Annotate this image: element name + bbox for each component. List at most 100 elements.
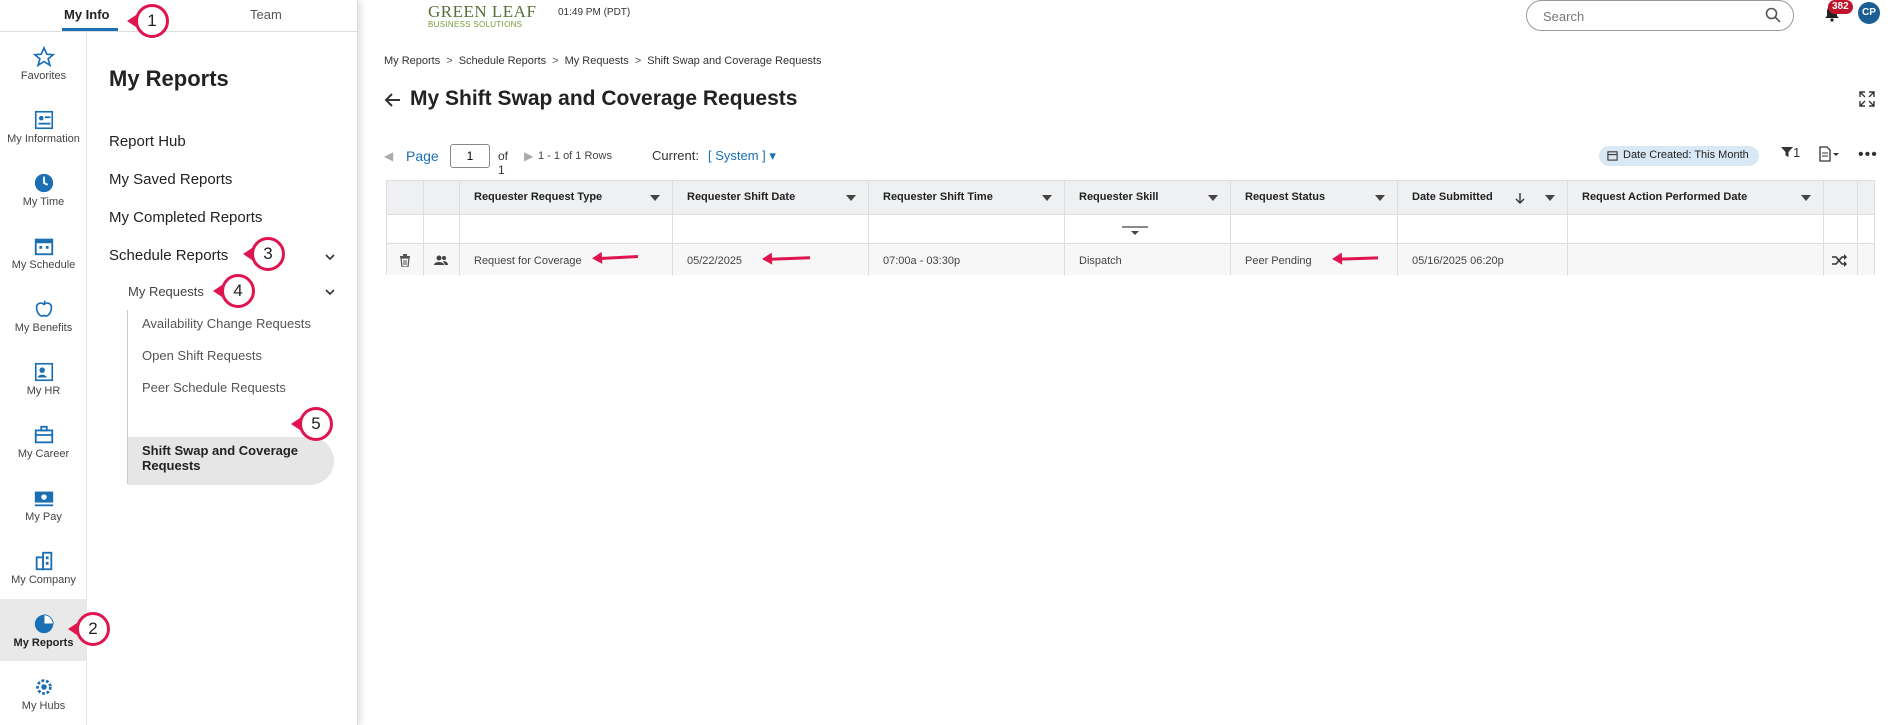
rail-label: My Schedule bbox=[11, 259, 76, 271]
column-divider bbox=[1230, 181, 1231, 275]
menu-my-saved-reports[interactable]: My Saved Reports bbox=[109, 171, 232, 188]
annotation-arrow bbox=[127, 15, 136, 27]
caret-down-icon[interactable] bbox=[1042, 195, 1052, 201]
breadcrumb-separator: > bbox=[634, 55, 642, 67]
id-card-icon bbox=[34, 110, 53, 130]
menu-report-hub[interactable]: Report Hub bbox=[109, 133, 186, 150]
tab-my-info[interactable]: My Info bbox=[64, 7, 110, 22]
rail-item-favorites[interactable]: Favorites bbox=[0, 32, 87, 94]
rail-item-my-benefits[interactable]: My Benefits bbox=[0, 284, 87, 346]
rail-label: My Pay bbox=[25, 511, 62, 523]
rail-item-my-schedule[interactable]: My Schedule bbox=[0, 221, 87, 283]
users-icon[interactable] bbox=[434, 255, 448, 266]
column-header-request-type[interactable]: Requester Request Type bbox=[474, 191, 602, 203]
menu-my-requests[interactable]: My Requests bbox=[128, 284, 204, 299]
column-divider bbox=[672, 181, 673, 275]
chevron-down-icon[interactable] bbox=[324, 286, 336, 298]
tab-active-underline bbox=[62, 28, 118, 31]
caret-down-icon[interactable] bbox=[846, 195, 856, 201]
column-header-skill[interactable]: Requester Skill bbox=[1079, 191, 1158, 203]
rail-label: My Hubs bbox=[21, 700, 66, 712]
logo-sub-text: BUSINESS SOLUTIONS bbox=[428, 20, 523, 29]
page-title: My Shift Swap and Coverage Requests bbox=[410, 87, 798, 110]
column-header-shift-date[interactable]: Requester Shift Date bbox=[687, 191, 795, 203]
caret-down-icon[interactable] bbox=[1208, 195, 1218, 201]
table-row[interactable] bbox=[387, 244, 1874, 275]
trash-icon[interactable] bbox=[399, 254, 411, 267]
current-view-value: [ System ] bbox=[708, 148, 766, 163]
apple-icon bbox=[35, 300, 52, 317]
sort-descending-icon[interactable] bbox=[1515, 192, 1525, 204]
breadcrumb-item[interactable]: Schedule Reports bbox=[459, 55, 546, 67]
annotation-5: 5 bbox=[299, 407, 333, 441]
calendar-icon bbox=[1607, 151, 1618, 161]
column-divider bbox=[1397, 181, 1398, 275]
back-arrow-icon[interactable] bbox=[384, 91, 402, 109]
rail-item-my-hr[interactable]: My HR bbox=[0, 347, 87, 409]
rail-label: My Time bbox=[22, 196, 65, 208]
menu-open-shift-requests[interactable]: Open Shift Requests bbox=[142, 348, 262, 363]
icon-rail: Favorites My Information My Time My Sche… bbox=[0, 32, 87, 725]
filter-dropdown-icon[interactable] bbox=[1122, 226, 1148, 236]
rail-item-my-company[interactable]: My Company bbox=[0, 536, 87, 598]
column-header-request-status[interactable]: Request Status bbox=[1245, 191, 1325, 203]
menu-shift-swap-coverage-requests[interactable]: Shift Swap and Coverage Requests bbox=[142, 443, 302, 473]
tab-team[interactable]: Team bbox=[250, 7, 282, 22]
results-table: Requester Request Type Requester Shift D… bbox=[386, 180, 1875, 275]
filter-chip-label: Date Created: This Month bbox=[1623, 149, 1749, 161]
column-divider bbox=[1857, 181, 1858, 275]
search-box[interactable] bbox=[1526, 0, 1794, 31]
current-view-dropdown[interactable]: [ System ] ▾ bbox=[708, 148, 776, 164]
left-panel: My Info Team Favorites My Information My… bbox=[0, 0, 358, 725]
column-header-shift-time[interactable]: Requester Shift Time bbox=[883, 191, 993, 203]
annotation-2: 2 bbox=[76, 612, 110, 646]
caret-down-icon[interactable] bbox=[650, 195, 660, 201]
more-options-icon[interactable]: ••• bbox=[1858, 146, 1878, 164]
filter-chip[interactable]: Date Created: This Month bbox=[1599, 146, 1759, 166]
cell-date-submitted: 05/16/2025 06:20p bbox=[1412, 255, 1504, 267]
column-header-action-performed-date[interactable]: Request Action Performed Date bbox=[1582, 191, 1747, 203]
menu-peer-schedule-requests[interactable]: Peer Schedule Requests bbox=[142, 380, 286, 395]
page-of-text: of 1 bbox=[498, 149, 509, 177]
column-divider bbox=[1567, 181, 1568, 275]
next-page-icon[interactable]: ▶ bbox=[524, 149, 533, 163]
column-divider bbox=[423, 181, 424, 275]
annotation-4: 4 bbox=[221, 274, 255, 308]
caret-down-icon[interactable] bbox=[1801, 195, 1811, 201]
page-label: Page bbox=[406, 148, 439, 164]
rail-item-my-information[interactable]: My Information bbox=[0, 95, 87, 157]
rail-item-my-pay[interactable]: My Pay bbox=[0, 473, 87, 535]
rail-label: My Information bbox=[7, 133, 80, 145]
breadcrumb-item[interactable]: My Requests bbox=[565, 55, 629, 67]
menu-my-completed-reports[interactable]: My Completed Reports bbox=[109, 209, 262, 226]
rail-item-my-hubs[interactable]: My Hubs bbox=[0, 662, 87, 724]
rail-item-my-career[interactable]: My Career bbox=[0, 410, 87, 472]
hr-icon bbox=[34, 362, 53, 382]
avatar[interactable]: CP bbox=[1858, 2, 1880, 24]
caret-down-icon[interactable] bbox=[1375, 195, 1385, 201]
caret-down-icon[interactable] bbox=[1545, 195, 1555, 201]
menu-schedule-reports[interactable]: Schedule Reports bbox=[109, 247, 228, 264]
search-input[interactable] bbox=[1541, 6, 1761, 26]
current-view-label: Current: bbox=[652, 148, 699, 163]
chevron-down-icon[interactable] bbox=[324, 251, 336, 263]
search-icon[interactable] bbox=[1765, 7, 1781, 23]
menu-availability-change-requests[interactable]: Availability Change Requests bbox=[142, 316, 311, 331]
shuffle-icon[interactable] bbox=[1832, 254, 1847, 267]
column-divider bbox=[1064, 181, 1065, 275]
page-number-input[interactable] bbox=[450, 144, 490, 168]
breadcrumb-item[interactable]: My Reports bbox=[384, 55, 440, 67]
reports-menu: My Reports Report Hub My Saved Reports M… bbox=[88, 32, 358, 725]
expand-icon[interactable] bbox=[1858, 90, 1876, 108]
export-document-icon[interactable] bbox=[1818, 146, 1840, 167]
previous-page-icon[interactable]: ◀ bbox=[384, 149, 393, 163]
hub-gear-icon bbox=[35, 679, 52, 695]
logo-main-text: GREEN LEAF bbox=[428, 2, 537, 21]
rail-item-my-time[interactable]: My Time bbox=[0, 158, 87, 220]
column-header-date-submitted[interactable]: Date Submitted bbox=[1412, 191, 1493, 203]
filter-button[interactable]: 1 bbox=[1781, 145, 1800, 160]
rail-label: My Benefits bbox=[14, 322, 73, 334]
breadcrumb-item: Shift Swap and Coverage Requests bbox=[647, 55, 822, 67]
notification-badge: 382 bbox=[1828, 0, 1853, 14]
cell-shift-date: 05/22/2025 bbox=[687, 255, 743, 267]
